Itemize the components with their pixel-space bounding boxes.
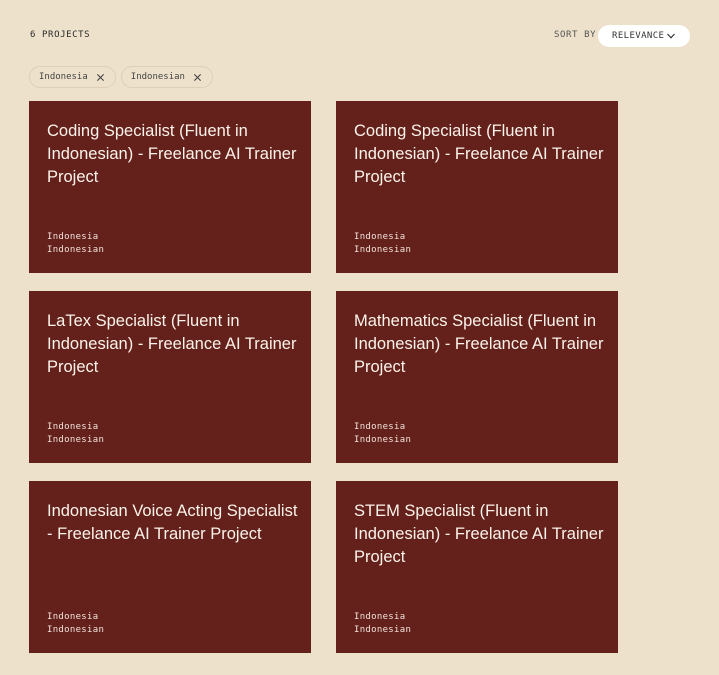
project-title: STEM Specialist (Fluent in Indonesian) -… <box>354 502 604 566</box>
project-title: Coding Specialist (Fluent in Indonesian)… <box>47 122 297 186</box>
project-language: Indonesian <box>47 435 105 445</box>
project-meta: Indonesia Indonesian <box>47 231 104 257</box>
project-country: Indonesia <box>47 422 99 432</box>
project-language: Indonesian <box>354 435 412 445</box>
project-card[interactable]: Coding Specialist (Fluent in Indonesian)… <box>336 101 618 273</box>
project-meta: Indonesia Indonesian <box>354 611 411 637</box>
project-title: LaTex Specialist (Fluent in Indonesian) … <box>47 312 297 376</box>
filter-chip-label: Indonesian <box>130 72 185 82</box>
filter-chip-language[interactable]: Indonesian <box>120 66 213 88</box>
project-title: Indonesian Voice Acting Specialist - Fre… <box>47 502 298 543</box>
sort-select[interactable]: RELEVANCE <box>598 25 690 47</box>
sort-by-label: SORT BY <box>554 30 597 40</box>
project-language: Indonesian <box>354 245 412 255</box>
chevron-down-icon <box>667 33 675 39</box>
project-country: Indonesia <box>47 232 99 242</box>
project-country: Indonesia <box>354 422 406 432</box>
project-country: Indonesia <box>354 612 406 622</box>
project-card[interactable]: Mathematics Specialist (Fluent in Indone… <box>336 291 618 463</box>
project-country: Indonesia <box>354 232 406 242</box>
close-icon[interactable] <box>96 73 105 82</box>
project-title: Mathematics Specialist (Fluent in Indone… <box>354 312 604 376</box>
project-language: Indonesian <box>47 245 105 255</box>
project-language: Indonesian <box>354 625 412 635</box>
filter-chip-country[interactable]: Indonesia <box>29 66 116 88</box>
close-icon[interactable] <box>193 73 202 82</box>
project-card[interactable]: Indonesian Voice Acting Specialist - Fre… <box>29 481 311 653</box>
project-card[interactable]: LaTex Specialist (Fluent in Indonesian) … <box>29 291 311 463</box>
project-count: 6 PROJECTS <box>30 30 91 40</box>
project-country: Indonesia <box>47 612 99 622</box>
project-language: Indonesian <box>47 625 105 635</box>
sort-select-value: RELEVANCE <box>612 31 665 41</box>
filter-chips: Indonesia Indonesian <box>29 66 213 88</box>
project-meta: Indonesia Indonesian <box>47 421 104 447</box>
project-meta: Indonesia Indonesian <box>354 231 411 257</box>
project-meta: Indonesia Indonesian <box>354 421 411 447</box>
filter-chip-label: Indonesia <box>39 72 88 82</box>
project-card[interactable]: STEM Specialist (Fluent in Indonesian) -… <box>336 481 618 653</box>
project-card[interactable]: Coding Specialist (Fluent in Indonesian)… <box>29 101 311 273</box>
project-meta: Indonesia Indonesian <box>47 611 104 637</box>
project-title: Coding Specialist (Fluent in Indonesian)… <box>354 122 604 186</box>
